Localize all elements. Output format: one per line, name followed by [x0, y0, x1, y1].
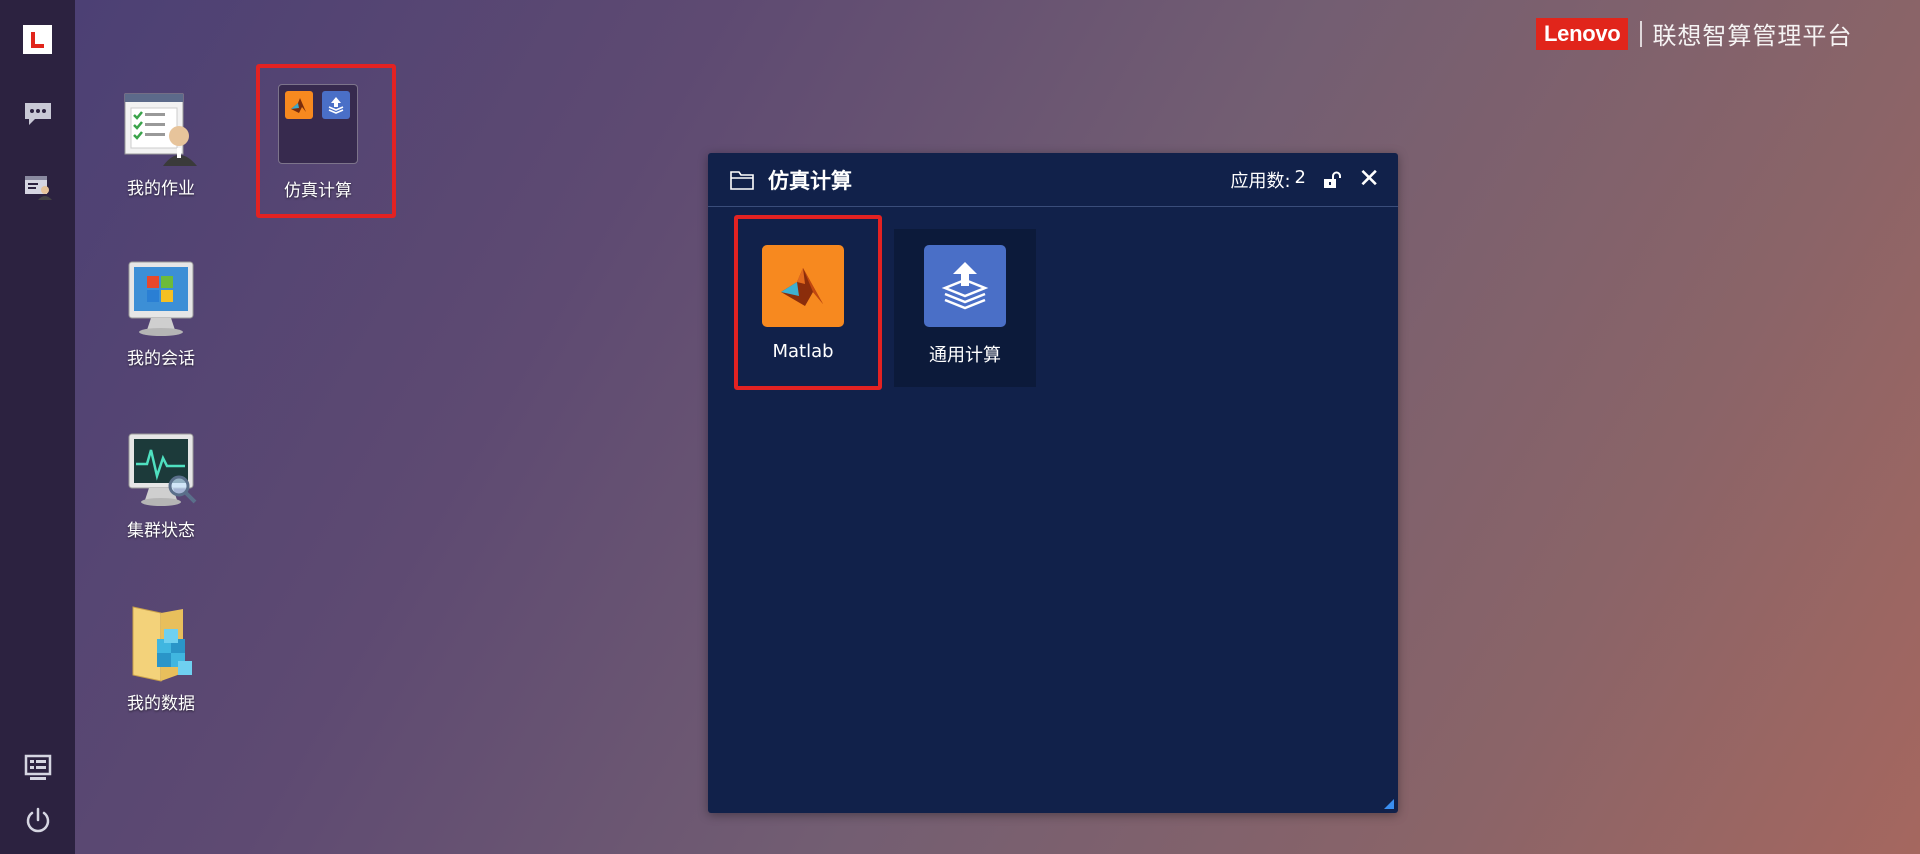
desktop-icon-cluster-status[interactable]: 集群状态	[96, 430, 226, 541]
desktop-icon-label: 集群状态	[127, 521, 195, 541]
desktop-icon-my-data[interactable]: 我的数据	[96, 603, 226, 714]
matlab-mini-icon	[285, 91, 313, 119]
desktop-icon-label: 仿真计算	[284, 181, 352, 201]
session-monitor-icon	[121, 258, 201, 338]
app-count-label: 应用数:	[1230, 170, 1291, 192]
desktop-icon-label: 我的数据	[127, 694, 195, 714]
folder-icon	[730, 170, 754, 190]
data-folder-icon	[121, 603, 201, 683]
resize-handle[interactable]	[1384, 799, 1394, 809]
job-list-icon	[121, 88, 201, 168]
desktop-icon-label: 我的会话	[127, 349, 195, 369]
desktop-icon-simulation-folder[interactable]: 仿真计算	[253, 84, 383, 201]
app-name: 通用计算	[929, 345, 1001, 366]
app-name: Matlab	[772, 341, 834, 362]
folder-window: 仿真计算 应用数: 2 ✕ Matlab 通用计算	[708, 153, 1398, 813]
desktop-icon-my-sessions[interactable]: 我的会话	[96, 258, 226, 369]
monitor-icon[interactable]	[19, 749, 57, 787]
user-console-icon[interactable]	[19, 168, 57, 206]
lenovo-l-logo[interactable]	[23, 25, 52, 54]
app-general-compute[interactable]: 通用计算	[894, 229, 1036, 387]
matlab-icon	[762, 245, 844, 327]
window-header: 仿真计算 应用数: 2 ✕	[708, 153, 1398, 207]
power-icon[interactable]	[19, 801, 57, 839]
desktop-icon-my-jobs[interactable]: 我的作业	[96, 88, 226, 199]
upload-stack-icon	[924, 245, 1006, 327]
chat-icon[interactable]	[19, 95, 57, 133]
unlock-icon[interactable]	[1322, 171, 1342, 193]
brand-header: Lenovo 联想智算管理平台	[1536, 16, 1852, 51]
cluster-status-icon	[121, 430, 201, 510]
close-icon[interactable]: ✕	[1358, 166, 1380, 192]
app-folder-icon	[278, 84, 358, 164]
app-count-value: 2	[1294, 166, 1306, 188]
app-matlab[interactable]: Matlab	[732, 229, 874, 387]
platform-name: 联想智算管理平台	[1652, 22, 1853, 50]
upload-stack-mini-icon	[322, 91, 350, 119]
sidebar	[0, 0, 75, 854]
brand-divider	[1640, 20, 1643, 47]
app-count: 应用数: 2	[1230, 167, 1306, 193]
desktop-icon-label: 我的作业	[127, 179, 195, 199]
lenovo-logo: Lenovo	[1536, 17, 1629, 50]
window-title: 仿真计算	[768, 168, 852, 193]
